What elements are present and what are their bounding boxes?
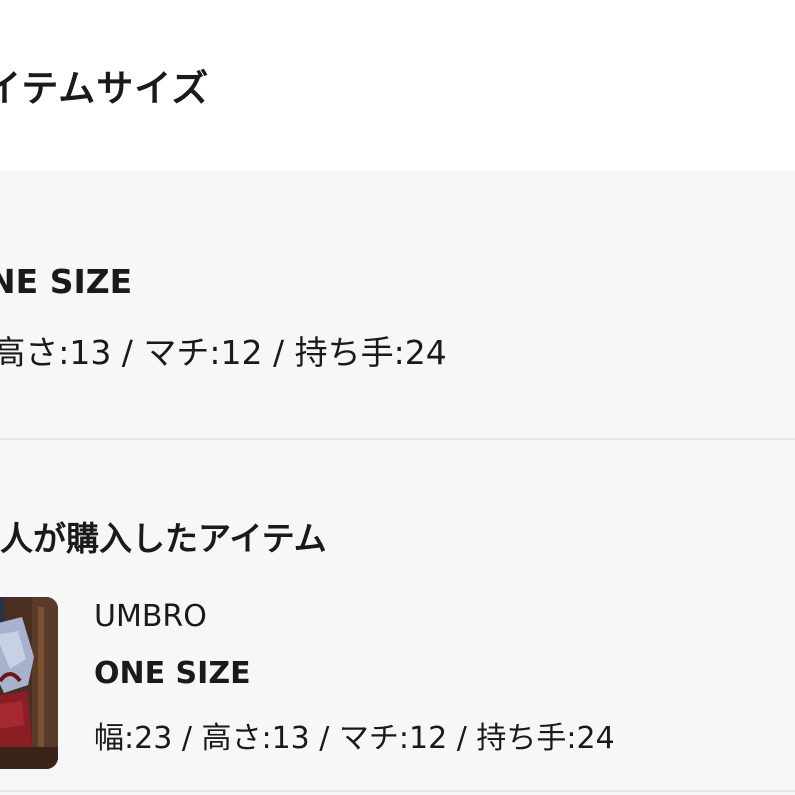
page: アイテムサイズ ONE SIZE 幅:23 / 高さ:13 / マチ:12 / … [0, 0, 795, 795]
purchased-items-panel: 他の人が購入したアイテム UMBRO ONE SIZE [0, 440, 795, 795]
size-dimensions: 幅:23 / 高さ:13 / マチ:12 / 持ち手:24 [0, 333, 447, 372]
section-title: アイテムサイズ [0, 67, 210, 110]
bottom-divider [0, 790, 795, 792]
item-dimensions: 幅:23 / 高さ:13 / マチ:12 / 持ち手:24 [94, 721, 615, 756]
purchased-items-title: 他の人が購入したアイテム [0, 519, 327, 558]
size-label: ONE SIZE [0, 262, 133, 301]
item-thumbnail[interactable] [0, 597, 58, 769]
item-size: ONE SIZE [94, 656, 251, 691]
item-brand: UMBRO [94, 599, 207, 634]
purchased-item[interactable]: UMBRO ONE SIZE 幅:23 / 高さ:13 / マチ:12 / 持ち… [0, 595, 795, 770]
section-header: アイテムサイズ [0, 0, 795, 170]
size-info-panel: ONE SIZE 幅:23 / 高さ:13 / マチ:12 / 持ち手:24 [0, 170, 795, 438]
